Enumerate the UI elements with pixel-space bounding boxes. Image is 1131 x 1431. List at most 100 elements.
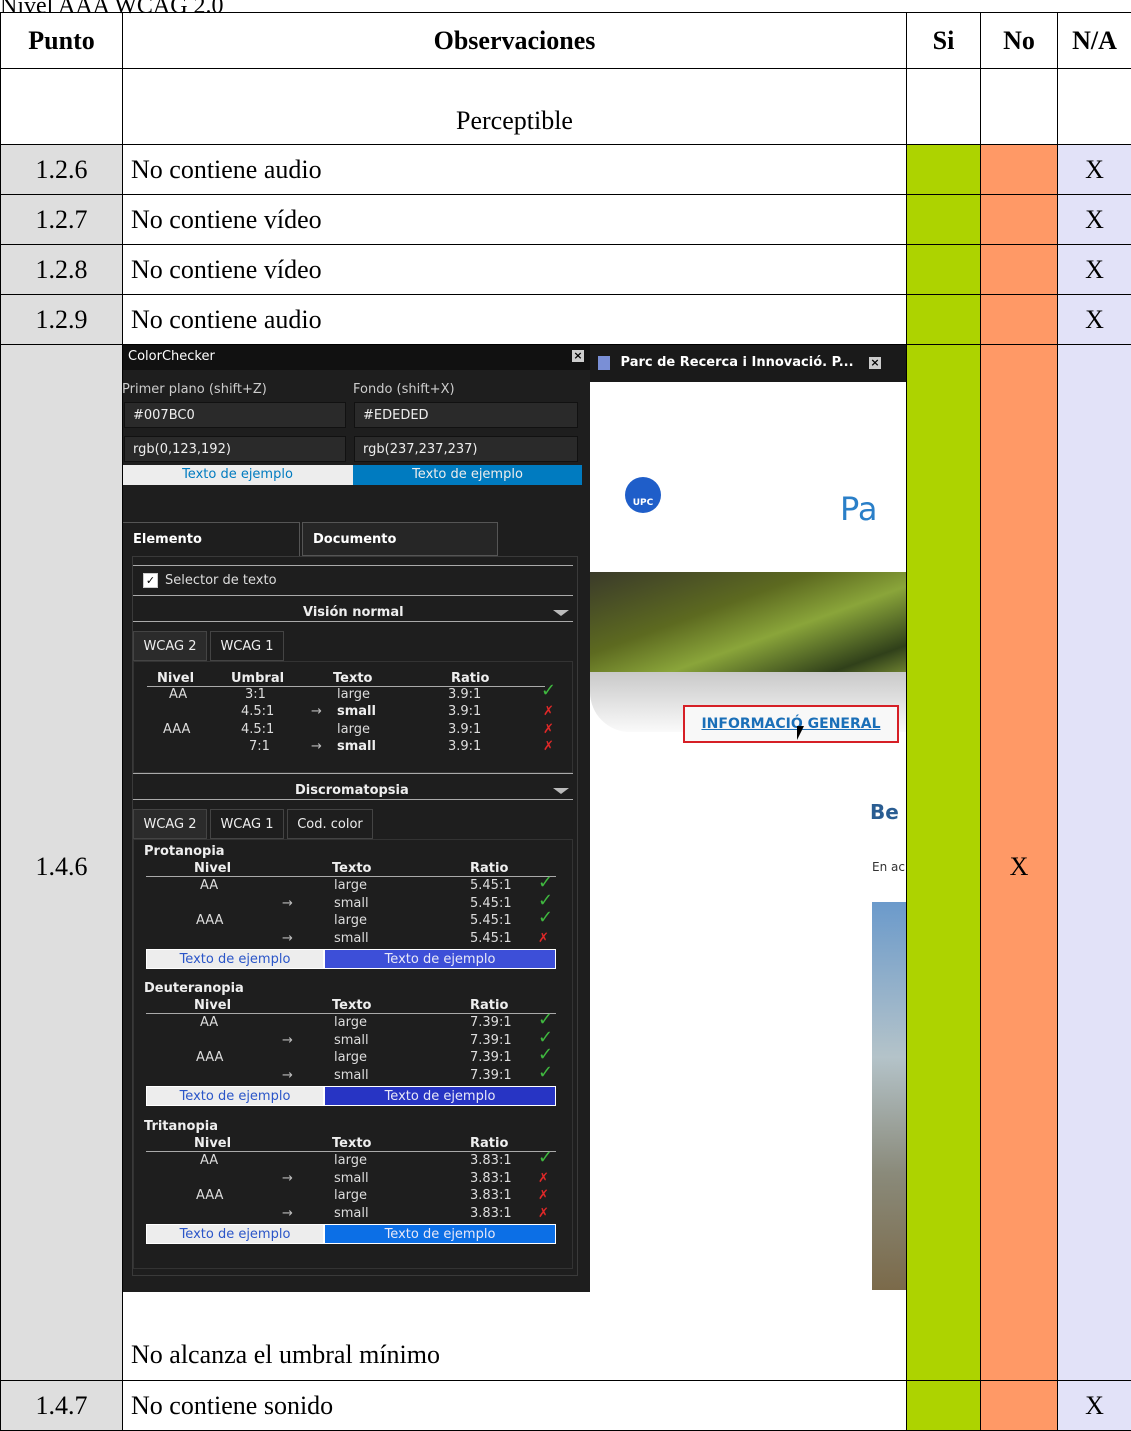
tab-cod-color[interactable]: Cod. color (287, 809, 373, 839)
bg-label: Fondo (shift+X) (353, 382, 455, 397)
col-ratio: Ratio (470, 998, 508, 1013)
texto-cell: large (337, 687, 370, 702)
na-cell: X (1058, 1381, 1131, 1431)
texto-cell: large (334, 1153, 367, 1168)
col-ratio: Ratio (470, 861, 508, 876)
table-row: 1.2.9 No contiene audio X (1, 295, 1131, 345)
fg-rgb-input[interactable]: rgb(0,123,192) (124, 436, 346, 462)
arrow-icon: → (311, 739, 322, 754)
umbral-cell: 4.5:1 (241, 722, 274, 737)
nivel-cell: AAA (196, 1050, 223, 1065)
ratio-cell: 3.9:1 (448, 687, 481, 702)
texto-cell: small (337, 704, 376, 719)
col-texto: Texto (333, 671, 373, 686)
obs-note: No alcanza el umbral mínimo (131, 1340, 440, 1370)
close-icon[interactable]: × (572, 350, 584, 362)
collapse-triangle-icon[interactable] (553, 610, 569, 616)
si-cell (907, 145, 981, 195)
si-cell (907, 295, 981, 345)
arrow-icon: → (282, 1206, 293, 1221)
sample-simulated: Texto de ejemplo (324, 1224, 556, 1244)
colorchecker-titlebar: ColorChecker × (123, 345, 591, 371)
mouse-cursor-icon (797, 726, 804, 740)
ratio-cell: 3.9:1 (448, 722, 481, 737)
fail-cross-icon: ✗ (538, 931, 549, 946)
texto-cell: small (334, 896, 369, 911)
content-heading: Be (870, 800, 899, 824)
tab-wcag2[interactable]: WCAG 2 (133, 809, 207, 839)
building-photo (872, 902, 907, 1290)
col-nivel: Nivel (194, 861, 231, 876)
texto-cell: large (334, 1188, 367, 1203)
texto-cell: large (334, 1015, 367, 1030)
texto-cell: small (337, 739, 376, 754)
obs-cell: No contiene audio (123, 295, 907, 345)
site-heading: Pa (840, 490, 877, 528)
info-general-link[interactable]: INFORMACIÓ GENERAL (683, 705, 899, 743)
section-no (981, 69, 1058, 145)
ratio-cell: 5.45:1 (470, 896, 512, 911)
arrow-icon: → (282, 1068, 293, 1083)
arrow-icon: → (282, 896, 293, 911)
ratio-cell: 7.39:1 (470, 1033, 512, 1048)
tab-wcag1[interactable]: WCAG 1 (210, 809, 284, 839)
header-observaciones: Observaciones (123, 13, 907, 69)
obs-cell: No contiene vídeo (123, 245, 907, 295)
evaluation-table: Punto Observaciones Si No N/A Perceptibl… (0, 12, 1131, 1431)
col-umbral: Umbral (231, 671, 284, 686)
browser-tab[interactable]: Parc de Recerca i Innovació. P... × (590, 345, 907, 383)
collapse-triangle-icon[interactable] (553, 788, 569, 794)
arrow-icon: → (282, 1033, 293, 1048)
punto-cell: 1.4.6 (1, 345, 123, 1381)
divider (133, 595, 573, 596)
no-cell (981, 295, 1058, 345)
sample-normal: Texto de ejemplo (146, 1086, 324, 1106)
nivel-cell: AA (200, 878, 218, 893)
si-cell (907, 245, 981, 295)
col-ratio: Ratio (451, 671, 489, 686)
tab-wcag1[interactable]: WCAG 1 (210, 631, 284, 661)
no-cell (981, 195, 1058, 245)
pass-check-icon: ✓ (538, 1150, 553, 1165)
upc-logo: UPC (625, 477, 661, 513)
punto-cell: 1.2.7 (1, 195, 123, 245)
main-tabs: Elemento Documento (123, 522, 591, 556)
tab-elemento[interactable]: Elemento (123, 522, 301, 556)
bg-hex-input[interactable]: #EDEDED (354, 402, 578, 428)
sample-on-bg: Texto de ejemplo (123, 465, 354, 485)
pass-check-icon: ✓ (538, 1065, 553, 1080)
na-cell: X (1058, 145, 1131, 195)
col-texto: Texto (332, 998, 372, 1013)
dys-type-title: Protanopia (144, 844, 225, 859)
na-cell: X (1058, 195, 1131, 245)
colorchecker-title: ColorChecker (128, 349, 215, 364)
section-label-cell: Perceptible (123, 69, 907, 145)
punto-cell: 1.2.8 (1, 245, 123, 295)
ratio-cell: 3.83:1 (470, 1153, 512, 1168)
section-label: Perceptible (123, 106, 906, 144)
header-punto: Punto (1, 13, 123, 69)
sample-normal: Texto de ejemplo (146, 949, 324, 969)
fg-hex-input[interactable]: #007BC0 (124, 402, 346, 428)
si-cell (907, 195, 981, 245)
close-icon[interactable]: × (869, 357, 881, 369)
sample-on-fg: Texto de ejemplo (353, 465, 582, 485)
texto-cell: large (334, 913, 367, 928)
selector-checkbox[interactable]: ✓ (143, 573, 158, 588)
no-cell: X (981, 345, 1058, 1381)
fail-cross-icon: ✗ (538, 1206, 549, 1221)
arrow-icon: → (282, 931, 293, 946)
screenshot-composite: ColorChecker × Primer plano (shift+Z) Fo… (123, 345, 907, 1293)
ratio-cell: 5.45:1 (470, 931, 512, 946)
fail-cross-icon: ✗ (543, 739, 554, 754)
texto-cell: small (334, 1206, 369, 1221)
dys-type-title: Deuteranopia (144, 981, 244, 996)
divider (133, 621, 573, 622)
obs-screenshot-cell: ColorChecker × Primer plano (shift+Z) Fo… (123, 345, 907, 1381)
tab-documento[interactable]: Documento (302, 522, 498, 556)
discromatopsia-title: Discromatopsia (295, 783, 409, 798)
bg-rgb-input[interactable]: rgb(237,237,237) (354, 436, 578, 462)
tab-wcag2[interactable]: WCAG 2 (133, 631, 207, 661)
arrow-icon: → (311, 704, 322, 719)
divider (133, 799, 573, 800)
